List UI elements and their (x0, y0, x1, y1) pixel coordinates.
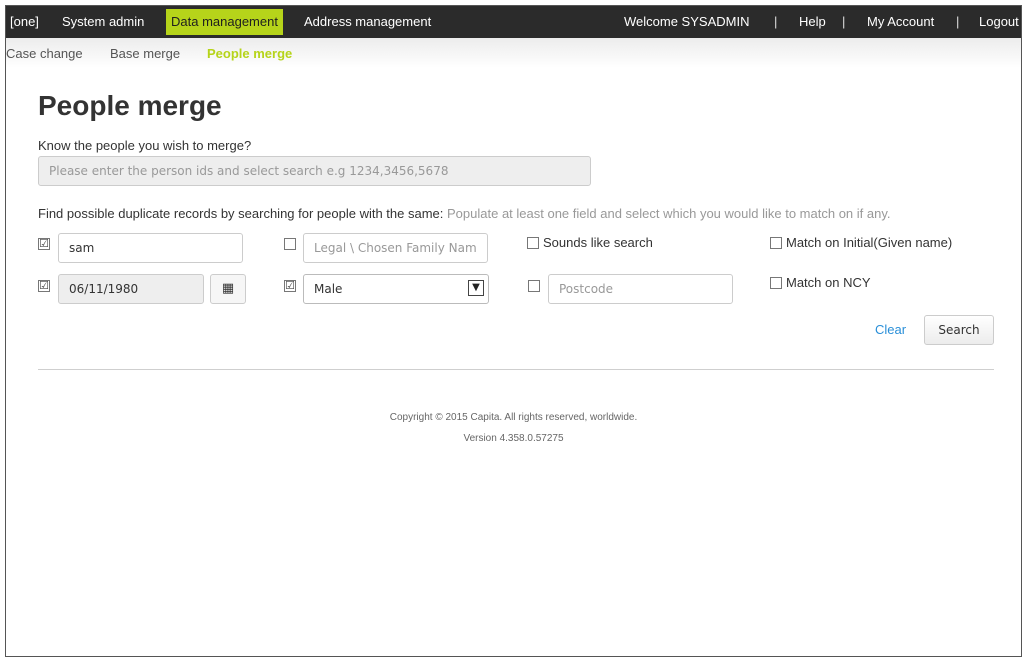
person-ids-input[interactable]: Please enter the person ids and select s… (38, 156, 591, 186)
postcode-input[interactable]: Postcode (548, 274, 733, 304)
subnav-case-change[interactable]: Case change (6, 46, 83, 61)
match-initial-checkbox[interactable] (770, 237, 782, 249)
find-label-text: Find possible duplicate records by searc… (38, 206, 444, 221)
separator: | (956, 14, 960, 29)
sounds-like-label: Sounds like search (543, 235, 653, 250)
know-people-label: Know the people you wish to merge? (38, 138, 252, 153)
find-duplicates-label: Find possible duplicate records by searc… (38, 206, 890, 221)
match-initial-label: Match on Initial(Given name) (786, 235, 953, 250)
sounds-like-checkbox[interactable] (527, 237, 539, 249)
gender-value: Male (314, 282, 343, 296)
family-name-checkbox[interactable] (284, 238, 296, 250)
help-link[interactable]: Help (799, 6, 826, 38)
calendar-icon: ▦ (221, 281, 235, 296)
find-hint-text: Populate at least one field and select w… (447, 206, 891, 221)
match-ncy-label: Match on NCY (786, 275, 871, 290)
app-frame: [one] System admin Data management Addre… (5, 5, 1022, 657)
postcode-checkbox[interactable] (528, 280, 540, 292)
clear-link[interactable]: Clear (875, 322, 906, 337)
chevron-down-icon: ▼ (468, 280, 484, 296)
top-nav-bar: [one] System admin Data management Addre… (6, 6, 1021, 38)
page-title: People merge (38, 90, 222, 121)
menu-address-management[interactable]: Address management (304, 6, 431, 38)
separator: | (774, 14, 778, 29)
logout-link[interactable]: Logout (979, 6, 1019, 38)
brand-link[interactable]: [one] (10, 6, 39, 38)
menu-data-management[interactable]: Data management (166, 9, 283, 35)
given-name-input[interactable]: sam (58, 233, 243, 263)
family-name-input[interactable]: Legal \ Chosen Family Nam (303, 233, 488, 263)
dob-input[interactable]: 06/11/1980 (58, 274, 204, 304)
copyright-text: Copyright © 2015 Capita. All rights rese… (389, 412, 638, 423)
calendar-button[interactable]: ▦ (210, 274, 246, 304)
given-name-checkbox[interactable]: ☑ (38, 238, 50, 250)
menu-system-admin[interactable]: System admin (62, 6, 144, 38)
gender-checkbox[interactable]: ☑ (284, 280, 296, 292)
subnav-base-merge[interactable]: Base merge (110, 46, 180, 61)
sub-nav: Case change Base merge People merge (6, 38, 1021, 68)
match-ncy-checkbox[interactable] (770, 277, 782, 289)
version-text: Version 4.358.0.57275 (463, 433, 564, 444)
gender-select[interactable]: Male ▼ (303, 274, 489, 304)
welcome-text: Welcome SYSADMIN (624, 14, 750, 29)
subnav-people-merge[interactable]: People merge (207, 46, 292, 61)
separator: | (842, 14, 846, 29)
dob-checkbox[interactable]: ☑ (38, 280, 50, 292)
divider (38, 369, 994, 370)
my-account-link[interactable]: My Account (867, 6, 934, 38)
search-button[interactable]: Search (924, 315, 994, 345)
